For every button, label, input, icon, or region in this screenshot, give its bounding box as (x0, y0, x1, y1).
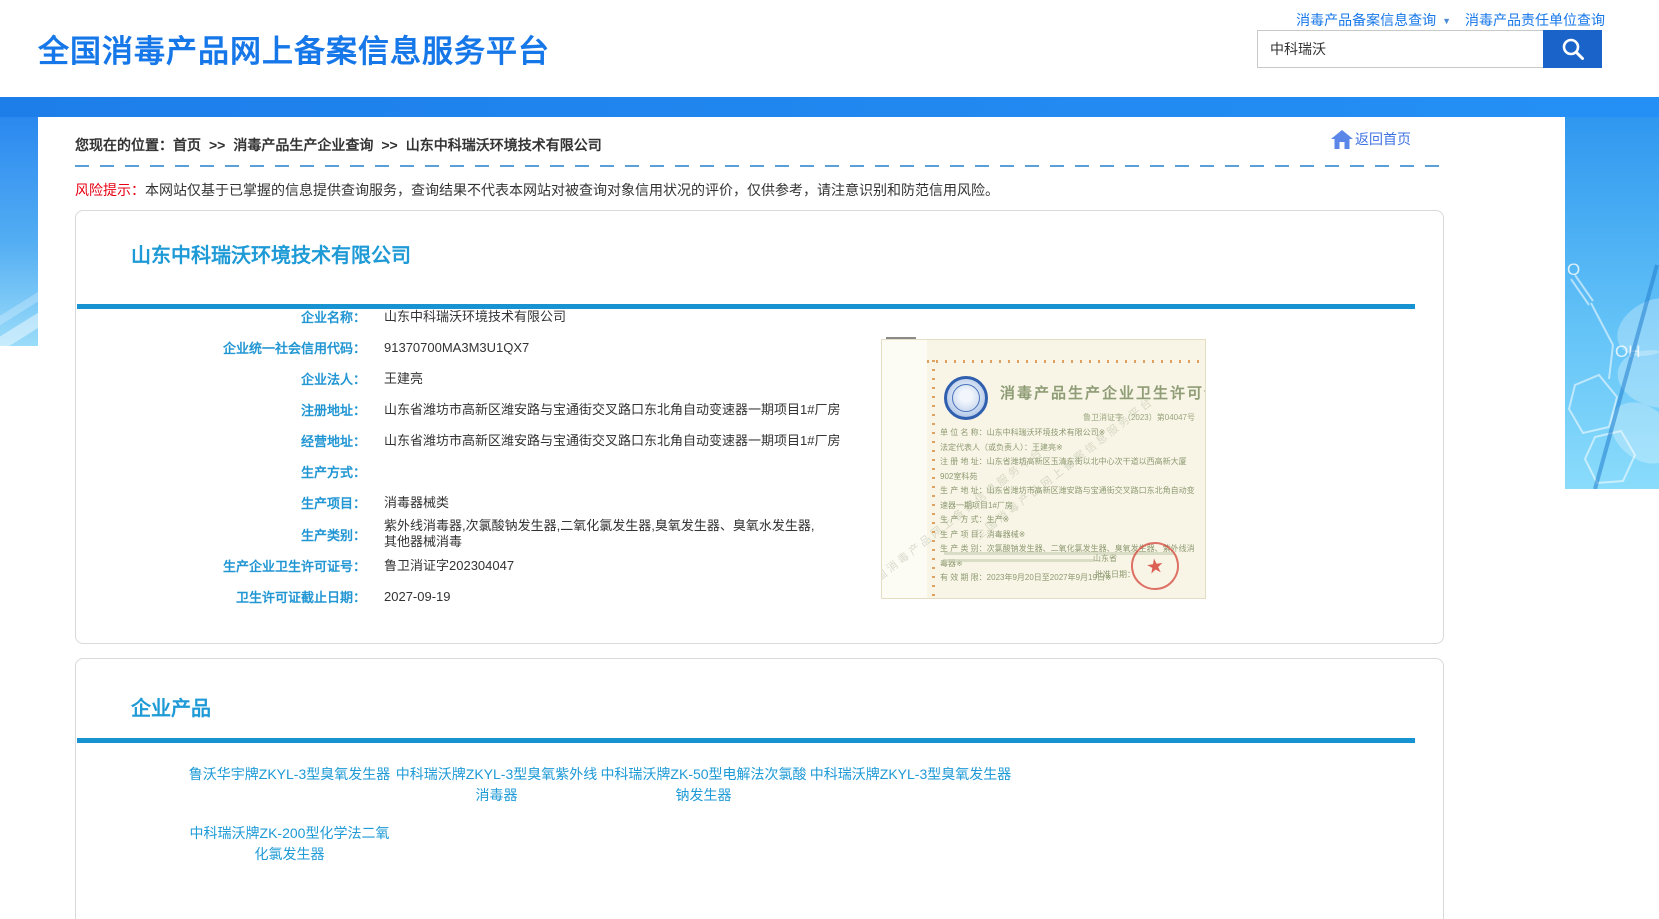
field-value: 消毒器械类 (366, 495, 449, 511)
chevron-down-icon: ▼ (1442, 16, 1451, 26)
magnifier-icon (1560, 36, 1586, 62)
certificate-ornament (927, 360, 1205, 363)
certificate-title: 消毒产品生产企业卫生许可证 (1000, 382, 1206, 403)
field-value: 紫外线消毒器,次氯酸钠发生器,二氧化氯发生器,臭氧发生器、臭氧水发生器,其他器械… (366, 518, 824, 550)
certificate-ornament (932, 360, 935, 598)
field-label: 经营地址： (76, 431, 366, 450)
field-label: 卫生许可证截止日期： (76, 587, 366, 606)
company-products-card: 企业产品 鲁沃华宇牌ZKYL-3型臭氧发生器中科瑞沃牌ZKYL-3型臭氧紫外线消… (75, 658, 1444, 919)
products-card-title: 企业产品 (131, 692, 211, 721)
field-row: 企业名称： 山东中科瑞沃环境技术有限公司 (76, 301, 936, 332)
title-divider (77, 738, 1415, 743)
field-value: 山东省潍坊市高新区潍安路与宝通街交叉路口东北角自动变速器一期项目1#厂房 (366, 402, 840, 418)
home-icon (1331, 130, 1353, 149)
searchbar (1257, 30, 1602, 68)
field-label: 生产企业卫生许可证号： (76, 556, 366, 575)
field-row: 生产方式： (76, 456, 936, 487)
product-link[interactable]: 鲁沃华宇牌ZKYL-3型臭氧发生器 (186, 764, 393, 806)
company-fields: 企业名称： 山东中科瑞沃环境技术有限公司 企业统一社会信用代码： 9137070… (76, 301, 936, 612)
field-row: 注册地址： 山东省潍坊市高新区潍安路与宝通街交叉路口东北角自动变速器一期项目1#… (76, 394, 936, 425)
certificate-row: 单 位 名 称：山东中科瑞沃环境技术有限公司※ (940, 426, 1199, 441)
breadcrumb-prefix: 您现在的位置： (75, 137, 173, 153)
right-background-decoration: O OH (1565, 117, 1659, 489)
breadcrumb-home-link[interactable]: 首页 (173, 137, 201, 153)
dashed-divider (75, 165, 1445, 167)
field-row: 企业统一社会信用代码： 91370700MA3M3U1QX7 (76, 332, 936, 363)
site-title: 全国消毒产品网上备案信息服务平台 (38, 26, 550, 71)
molecule-flower-graphic: O OH (1565, 117, 1659, 489)
risk-notice: 风险提示：本网站仅基于已掌握的信息提供查询服务，查询结果不代表本网站对被查询对象… (75, 180, 999, 200)
field-value: 山东省潍坊市高新区潍安路与宝通街交叉路口东北角自动变速器一期项目1#厂房 (366, 433, 840, 449)
search-input[interactable] (1257, 30, 1543, 68)
breadcrumb-section-link[interactable]: 消毒产品生产企业查询 (233, 137, 373, 153)
nav-unit-query-link[interactable]: 消毒产品责任单位查询 (1465, 12, 1605, 28)
top-nav: 消毒产品备案信息查询 ▼ 消毒产品责任单位查询 (1296, 10, 1605, 30)
certificate-row: 生 产 地 址：山东省潍坊市高新区潍安路与宝通街交叉路口东北角自动变速器一期项目… (940, 484, 1199, 513)
field-label: 企业统一社会信用代码： (76, 338, 366, 357)
national-emblem-icon (944, 376, 988, 420)
product-link[interactable]: 中科瑞沃牌ZKYL-3型臭氧紫外线消毒器 (393, 764, 600, 806)
field-value: 王建亮 (366, 371, 423, 387)
field-row: 生产类别： 紫外线消毒器,次氯酸钠发生器,二氧化氯发生器,臭氧发生器、臭氧水发生… (76, 518, 936, 550)
field-value: 山东中科瑞沃环境技术有限公司 (366, 309, 566, 325)
risk-notice-text: 本网站仅基于已掌握的信息提供查询服务，查询结果不代表本网站对被查询对象信用状况的… (145, 182, 999, 198)
field-value: 91370700MA3M3U1QX7 (366, 340, 529, 356)
left-background-decoration (0, 117, 38, 346)
hygiene-license-certificate-image: 全国消毒产品网上备案信息服务平台 全国消毒产品网上备案信息服务平台 消毒产品生产… (881, 339, 1206, 599)
certificate-issuer: 山东省 (1093, 553, 1117, 564)
field-label: 企业名称： (76, 307, 366, 326)
field-row: 卫生许可证截止日期： 2027-09-19 (76, 581, 936, 612)
field-row: 生产项目： 消毒器械类 (76, 487, 936, 518)
field-label: 生产方式： (76, 462, 366, 481)
blue-banner (0, 97, 1659, 117)
product-link[interactable]: 中科瑞沃牌ZK-200型化学法二氧化氯发生器 (186, 823, 393, 865)
certificate-row: 法定代表人（或负责人）：王建亮※ (940, 441, 1199, 456)
breadcrumb-separator: >> (381, 137, 397, 153)
product-links: 鲁沃华宇牌ZKYL-3型臭氧发生器中科瑞沃牌ZKYL-3型臭氧紫外线消毒器中科瑞… (186, 764, 1046, 882)
company-card-title: 山东中科瑞沃环境技术有限公司 (131, 239, 411, 268)
field-label: 企业法人： (76, 369, 366, 388)
field-value: 鲁卫消证字202304047 (366, 558, 514, 574)
field-label: 生产类别： (76, 525, 366, 544)
company-info-card: 山东中科瑞沃环境技术有限公司 企业名称： 山东中科瑞沃环境技术有限公司 企业统一… (75, 210, 1444, 644)
certificate-number: 鲁卫消证字（2023）第04047号 (1083, 412, 1195, 423)
breadcrumb: 您现在的位置：首页 >> 消毒产品生产企业查询 >> 山东中科瑞沃环境技术有限公司 (75, 135, 602, 155)
back-home-label: 返回首页 (1355, 129, 1411, 149)
search-button[interactable] (1543, 30, 1602, 68)
risk-notice-label: 风险提示： (75, 182, 145, 198)
field-row: 生产企业卫生许可证号： 鲁卫消证字202304047 (76, 550, 936, 581)
product-link[interactable]: 中科瑞沃牌ZKYL-3型臭氧发生器 (807, 764, 1014, 806)
site-header: 全国消毒产品网上备案信息服务平台 消毒产品备案信息查询 ▼ 消毒产品责任单位查询 (0, 0, 1659, 97)
back-home-link[interactable]: 返回首页 (1331, 129, 1411, 149)
breadcrumb-current: 山东中科瑞沃环境技术有限公司 (406, 137, 602, 153)
certificate-row: 注 册 地 址：山东省潍坊高新区玉清东街以北中心次干道以西高新大厦902室科苑 (940, 455, 1199, 484)
certificate-row: 生 产 方 式：生产※ (940, 513, 1199, 528)
field-row: 企业法人： 王建亮 (76, 363, 936, 394)
breadcrumb-separator: >> (209, 137, 225, 153)
certificate-approve-date: 批准日期： (1095, 569, 1135, 580)
field-row: 经营地址： 山东省潍坊市高新区潍安路与宝通街交叉路口东北角自动变速器一期项目1#… (76, 425, 936, 456)
field-label: 生产项目： (76, 493, 366, 512)
field-label: 注册地址： (76, 400, 366, 419)
page: 全国消毒产品网上备案信息服务平台 消毒产品备案信息查询 ▼ 消毒产品责任单位查询 (0, 0, 1659, 919)
main-content: 您现在的位置：首页 >> 消毒产品生产企业查询 >> 山东中科瑞沃环境技术有限公司 返回… (38, 117, 1477, 919)
svg-text:O: O (1567, 260, 1580, 279)
nav-record-query-link[interactable]: 消毒产品备案信息查询 (1296, 12, 1436, 28)
certificate-row: 生 产 项 目：消毒器械※ (940, 528, 1199, 543)
certificate-note-line (944, 559, 1094, 562)
product-link[interactable]: 中科瑞沃牌ZK-50型电解法次氯酸钠发生器 (600, 764, 807, 806)
field-value: 2027-09-19 (366, 589, 451, 605)
